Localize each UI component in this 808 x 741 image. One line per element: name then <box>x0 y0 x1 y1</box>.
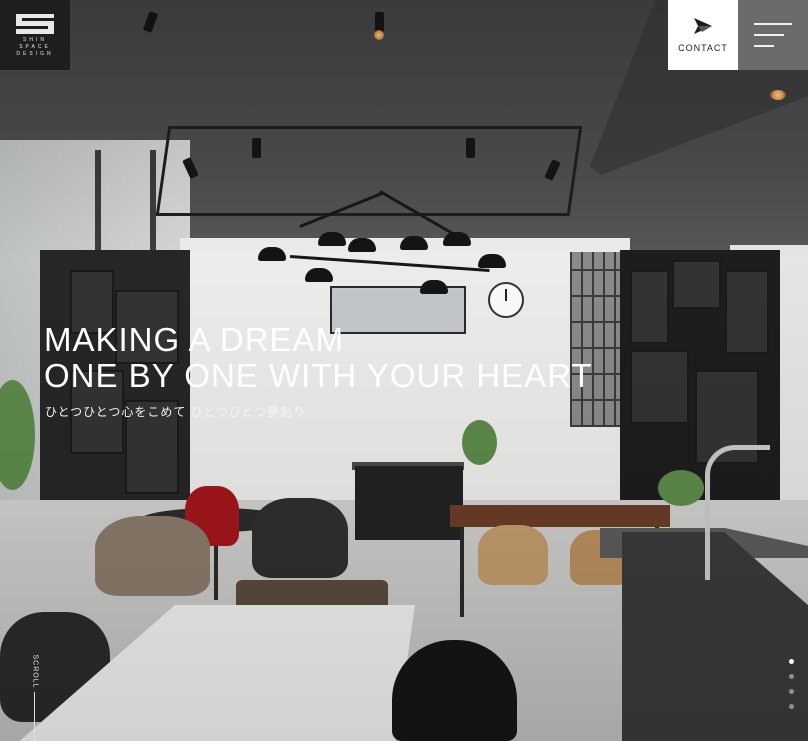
logo-text-space: SPACE <box>19 44 51 50</box>
hero-headline-line1: MAKING A DREAM <box>44 321 345 358</box>
site-logo[interactable]: SHIN SPACE DESIGN <box>0 0 70 70</box>
pager-dot-4[interactable] <box>789 704 794 709</box>
menu-line <box>754 45 774 47</box>
pager-dot-1[interactable] <box>789 659 794 664</box>
logo-text-shin: SHIN <box>23 37 47 43</box>
logo-text-design: DESIGN <box>16 51 54 57</box>
pager-dot-3[interactable] <box>789 689 794 694</box>
logo-mark-icon <box>16 14 54 34</box>
contact-label: CONTACT <box>678 43 728 53</box>
menu-line <box>754 34 784 36</box>
paper-plane-icon <box>694 18 712 34</box>
hero-subline: ひとつひとつ心をこめて ひとつひとつ夢創り <box>45 405 306 419</box>
scroll-indicator[interactable]: SCROLL <box>28 652 42 741</box>
menu-button[interactable] <box>738 0 808 70</box>
hero-headline-line2: ONE BY ONE WITH YOUR HEART <box>44 357 593 394</box>
pager-dot-2[interactable] <box>789 674 794 679</box>
scroll-line <box>34 692 35 741</box>
menu-line <box>754 23 792 25</box>
contact-button[interactable]: CONTACT <box>668 0 738 70</box>
hero-headline: MAKING A DREAM ONE BY ONE WITH YOUR HEAR… <box>44 322 593 394</box>
slide-pager <box>789 659 799 719</box>
scroll-label: SCROLL <box>31 654 39 689</box>
